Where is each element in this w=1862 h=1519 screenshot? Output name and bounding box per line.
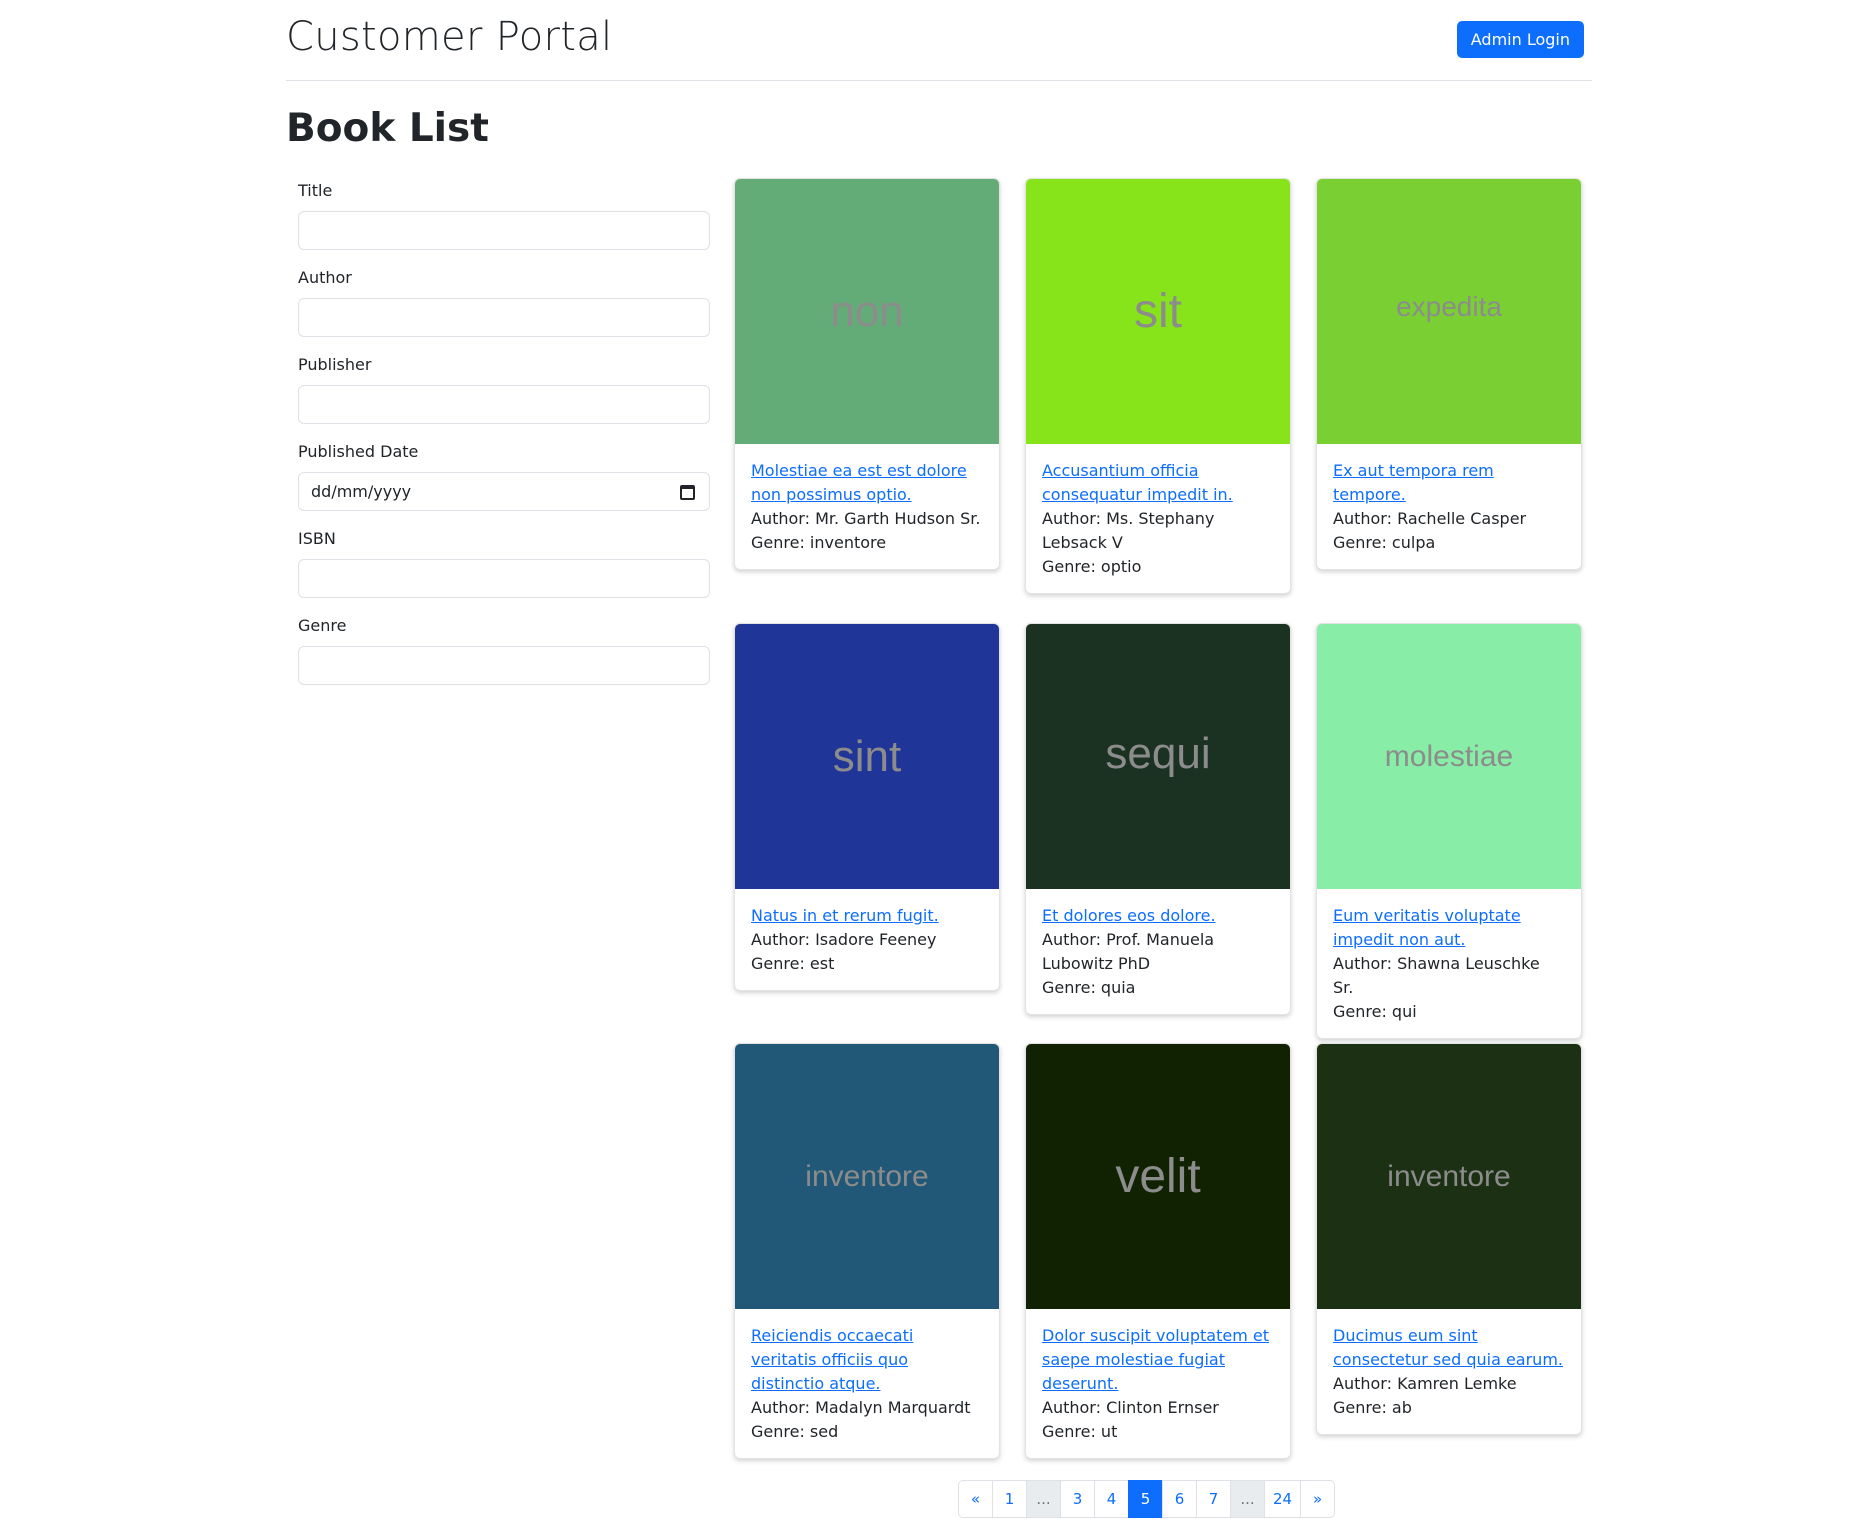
book-card: non Molestiae ea est est dolore non poss… [734, 178, 1000, 570]
book-genre: Genre: inventore [751, 533, 887, 552]
author-filter: Author [298, 267, 710, 354]
publisher-input[interactable] [298, 385, 710, 424]
filter-form: Title Author Publisher Published Date dd… [298, 180, 710, 702]
book-author: Author: Rachelle Casper [1333, 509, 1527, 528]
book-card: sequi Et dolores eos dolore. Author: Pro… [1025, 623, 1291, 1015]
book-cover: sequi [1026, 624, 1290, 889]
title-filter: Title [298, 180, 710, 267]
book-genre: Genre: ut [1042, 1422, 1118, 1441]
book-title-link[interactable]: Ex aut tempora rem tempore. [1333, 459, 1565, 507]
book-card: sint Natus in et rerum fugit. Author: Is… [734, 623, 1000, 991]
book-card: molestiae Eum veritatis voluptate impedi… [1316, 623, 1582, 1039]
pagination-next[interactable]: » [1300, 1480, 1336, 1518]
book-author: Author: Clinton Ernser [1042, 1398, 1219, 1417]
cover-text: velit [1115, 1150, 1201, 1203]
isbn-label: ISBN [298, 529, 336, 548]
book-genre: Genre: culpa [1333, 533, 1436, 552]
top-header: Customer Portal Admin Login [286, 0, 1592, 81]
author-label: Author [298, 268, 352, 287]
book-title-link[interactable]: Eum veritatis voluptate impedit non aut. [1333, 904, 1565, 952]
book-cover: sit [1026, 179, 1290, 444]
book-genre: Genre: optio [1042, 557, 1142, 576]
book-card: expedita Ex aut tempora rem tempore. Aut… [1316, 178, 1582, 570]
publisher-filter: Publisher [298, 354, 710, 441]
book-cover: non [735, 179, 999, 444]
page-container: Customer Portal Admin Login Book List Ti… [286, 0, 1592, 1519]
genre-input[interactable] [298, 646, 710, 685]
cover-text: expedita [1396, 290, 1502, 322]
book-cover: velit [1026, 1044, 1290, 1309]
cover-text: non [830, 286, 904, 336]
book-cover: inventore [735, 1044, 999, 1309]
book-title-link[interactable]: Natus in et rerum fugit. [751, 904, 983, 928]
pagination-ellipsis: ... [1230, 1480, 1265, 1518]
pagination-page[interactable]: 24 [1264, 1480, 1302, 1518]
cover-text: sint [832, 731, 902, 781]
brand-title[interactable]: Customer Portal [286, 14, 612, 60]
book-genre: Genre: est [751, 954, 835, 973]
book-cover: molestiae [1317, 624, 1581, 889]
book-author: Author: Kamren Lemke [1333, 1374, 1517, 1393]
pagination-ellipsis: ... [1026, 1480, 1061, 1518]
publisher-label: Publisher [298, 355, 372, 374]
pagination-page[interactable]: 6 [1162, 1480, 1197, 1518]
cover-text: molestiae [1384, 739, 1514, 773]
cover-text: inventore [1387, 1159, 1511, 1193]
book-cover: sint [735, 624, 999, 889]
book-author: Author: Ms. Stephany Lebsack V [1042, 509, 1215, 552]
book-author: Author: Shawna Leuschke Sr. [1333, 954, 1540, 997]
title-input[interactable] [298, 211, 710, 250]
book-author: Author: Isadore Feeney [751, 930, 937, 949]
pagination-page-active[interactable]: 5 [1128, 1480, 1163, 1518]
pagination-page[interactable]: 1 [992, 1480, 1027, 1518]
book-cover: inventore [1317, 1044, 1581, 1309]
isbn-input[interactable] [298, 559, 710, 598]
book-title-link[interactable]: Ducimus eum sint consectetur sed quia ea… [1333, 1324, 1565, 1372]
genre-filter: Genre [298, 615, 710, 702]
book-author: Author: Prof. Manuela Lubowitz PhD [1042, 930, 1215, 973]
title-label: Title [298, 181, 333, 200]
book-card: inventore Reiciendis occaecati veritatis… [734, 1043, 1000, 1459]
book-genre: Genre: qui [1333, 1002, 1417, 1021]
book-title-link[interactable]: Accusantium officia consequatur impedit … [1042, 459, 1274, 507]
isbn-filter: ISBN [298, 528, 710, 615]
book-title-link[interactable]: Et dolores eos dolore. [1042, 904, 1274, 928]
published-date-input[interactable]: dd/mm/yyyy [298, 472, 710, 511]
pagination-prev[interactable]: « [958, 1480, 993, 1518]
pagination-page[interactable]: 4 [1094, 1480, 1129, 1518]
book-genre: Genre: quia [1042, 978, 1136, 997]
author-input[interactable] [298, 298, 710, 337]
cover-text: sit [1134, 285, 1182, 338]
book-title-link[interactable]: Molestiae ea est est dolore non possimus… [751, 459, 983, 507]
calendar-icon[interactable] [680, 485, 695, 500]
admin-login-button[interactable]: Admin Login [1456, 21, 1584, 58]
cover-text: sequi [1105, 728, 1211, 778]
cover-text: inventore [805, 1159, 929, 1193]
published-date-filter: Published Date dd/mm/yyyy [298, 441, 710, 528]
book-title-link[interactable]: Dolor suscipit voluptatem et saepe moles… [1042, 1324, 1274, 1396]
book-author: Author: Madalyn Marquardt [751, 1398, 971, 1417]
book-title-link[interactable]: Reiciendis occaecati veritatis officiis … [751, 1324, 983, 1396]
book-card: velit Dolor suscipit voluptatem et saepe… [1025, 1043, 1291, 1459]
book-card: inventore Ducimus eum sint consectetur s… [1316, 1043, 1582, 1435]
genre-label: Genre [298, 616, 347, 635]
book-card: sit Accusantium officia consequatur impe… [1025, 178, 1291, 594]
published-date-label: Published Date [298, 442, 419, 461]
pagination-page[interactable]: 3 [1060, 1480, 1095, 1518]
pagination-page[interactable]: 7 [1196, 1480, 1231, 1518]
book-author: Author: Mr. Garth Hudson Sr. [751, 509, 981, 528]
published-date-placeholder: dd/mm/yyyy [311, 482, 412, 501]
page-title: Book List [286, 106, 489, 151]
book-genre: Genre: sed [751, 1422, 839, 1441]
book-cover: expedita [1317, 179, 1581, 444]
book-genre: Genre: ab [1333, 1398, 1412, 1417]
pagination: « 1 ... 3 4 5 6 7 ... 24 » [958, 1480, 1336, 1518]
